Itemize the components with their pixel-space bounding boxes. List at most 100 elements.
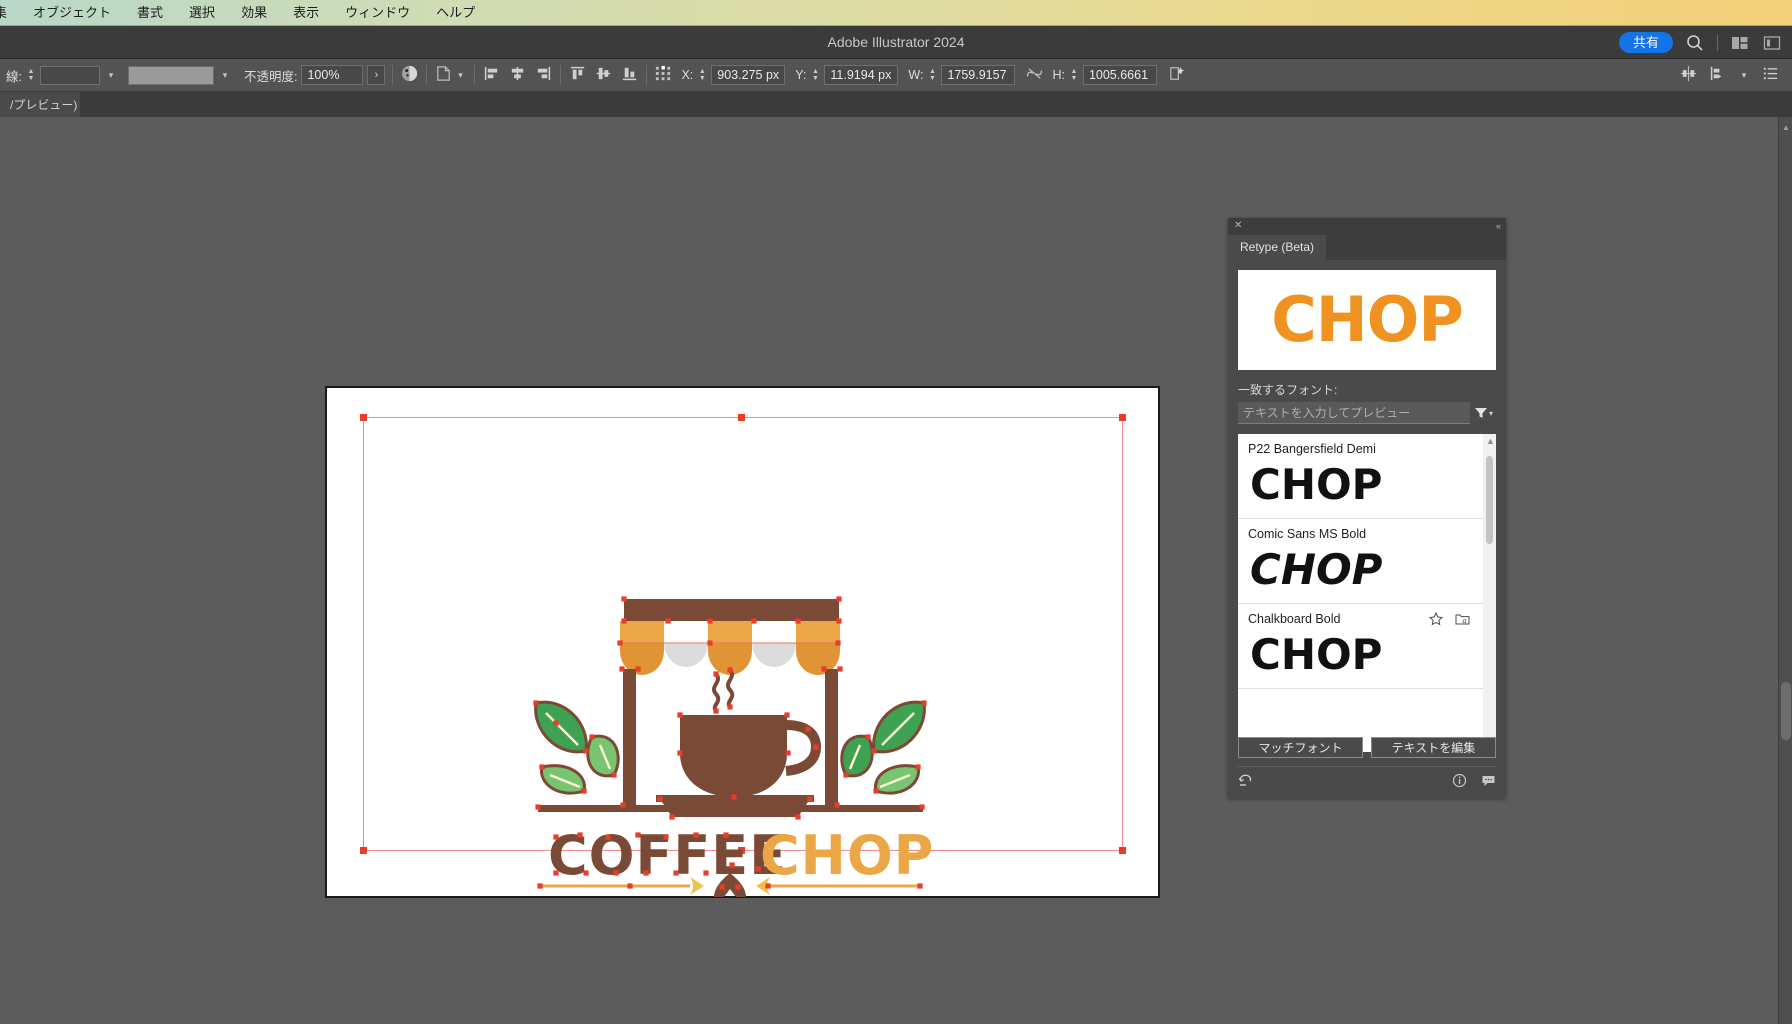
align-right-icon[interactable] xyxy=(534,64,553,86)
w-label: W: xyxy=(908,68,924,82)
divider xyxy=(392,65,394,85)
activate-font-icon[interactable]: a xyxy=(1455,612,1470,631)
transform-effects-icon[interactable] xyxy=(1167,64,1186,86)
favorite-star-icon[interactable] xyxy=(1428,612,1444,631)
search-icon[interactable] xyxy=(1685,33,1705,53)
divider xyxy=(426,65,428,85)
matching-fonts-list[interactable]: P22 Bangersfield Demi CHOP Comic Sans MS… xyxy=(1238,434,1496,752)
feedback-icon[interactable] xyxy=(1481,773,1496,788)
align-top-icon[interactable] xyxy=(568,64,587,86)
selected-text-preview: CHOP xyxy=(1238,270,1496,370)
w-field[interactable]: 1759.9157 xyxy=(941,65,1016,85)
filter-icon[interactable]: ▾ xyxy=(1474,403,1496,423)
list-item[interactable]: Comic Sans MS Bold CHOP xyxy=(1238,519,1496,604)
align-left-icon[interactable] xyxy=(482,64,501,86)
vertical-scrollbar[interactable]: ▲ xyxy=(1778,117,1792,1024)
coffee-chop-logo-artwork[interactable]: COFFEE CHOP xyxy=(520,577,940,907)
info-icon[interactable] xyxy=(1452,773,1467,788)
w-stepper[interactable]: ▲ ▼ xyxy=(927,65,937,85)
menu-view[interactable]: 表示 xyxy=(280,0,332,26)
font-name: P22 Bangersfield Demi xyxy=(1248,442,1376,456)
toolbar-divider xyxy=(1717,34,1718,51)
tab-retype[interactable]: Retype (Beta) xyxy=(1228,235,1327,260)
vertical-scroll-thumb[interactable] xyxy=(1781,682,1791,740)
align-bottom-icon[interactable] xyxy=(620,64,639,86)
control-bar: 線: ▲ ▼ ▾ ▾ 不透明度: 100% › ▾ X: ▲ ▼ 903.275… xyxy=(0,59,1792,92)
stroke-group: 線: ▲ ▼ ▾ xyxy=(6,65,118,85)
chevron-right-icon[interactable]: › xyxy=(367,65,386,85)
properties-list-icon[interactable] xyxy=(1761,64,1780,86)
panel-tab-row: Retype (Beta) xyxy=(1228,234,1506,260)
svg-text:COFFEE: COFFEE xyxy=(548,824,787,887)
chevron-down-icon[interactable]: ▾ xyxy=(453,65,467,85)
h-field[interactable]: 1005.6661 xyxy=(1082,65,1157,85)
document-tab[interactable]: /プレビュー) xyxy=(0,92,80,117)
selection-handle[interactable] xyxy=(360,414,367,421)
menu-bar: 集 オブジェクト 書式 選択 効果 表示 ウィンドウ ヘルプ xyxy=(0,0,1792,26)
preview-search-row: テキストを入力してプレビュー ▾ xyxy=(1238,402,1496,424)
menu-help[interactable]: ヘルプ xyxy=(423,0,488,26)
share-button[interactable]: 共有 xyxy=(1618,32,1673,53)
chevron-down-icon[interactable]: ▾ xyxy=(218,65,232,85)
opacity-field[interactable]: 100% xyxy=(301,65,364,85)
x-label: X: xyxy=(681,68,694,82)
font-list-scrollbar[interactable]: ▲ ▼ xyxy=(1483,434,1496,752)
arrange-documents-icon[interactable] xyxy=(1730,33,1750,53)
menu-object[interactable]: オブジェクト xyxy=(20,0,124,26)
collapse-panel-icon[interactable]: « xyxy=(1496,221,1501,231)
close-icon[interactable]: ✕ xyxy=(1234,221,1242,231)
svg-text:a: a xyxy=(1463,617,1467,625)
align-center-horizontal-icon[interactable] xyxy=(508,64,527,86)
reset-icon[interactable] xyxy=(1238,773,1253,788)
align-panel-icon[interactable] xyxy=(1708,64,1727,86)
selection-handle[interactable] xyxy=(1119,847,1126,854)
selection-handle[interactable] xyxy=(1119,414,1126,421)
title-bar: Adobe Illustrator 2024 共有 xyxy=(0,26,1792,59)
match-font-button[interactable]: マッチフォント xyxy=(1238,737,1363,758)
transform-panel-icon[interactable] xyxy=(1679,64,1698,86)
menu-edit-truncated[interactable]: 集 xyxy=(0,0,20,26)
constrain-proportions-icon[interactable] xyxy=(1025,64,1044,86)
row-actions: a xyxy=(1428,612,1470,631)
font-list-scroll-thumb[interactable] xyxy=(1486,456,1493,544)
h-stepper[interactable]: ▲ ▼ xyxy=(1069,65,1079,85)
list-item[interactable]: Chalkboard Bold a CHOP xyxy=(1238,604,1496,689)
transform-icon[interactable] xyxy=(434,64,453,86)
scroll-up-arrow-icon[interactable]: ▲ xyxy=(1486,436,1495,446)
app-title: Adobe Illustrator 2024 xyxy=(827,34,965,50)
stroke-weight-stepper[interactable]: ▲ ▼ xyxy=(26,65,36,85)
x-group: X: ▲ ▼ 903.275 px xyxy=(681,65,786,85)
font-name: Comic Sans MS Bold xyxy=(1248,527,1367,541)
list-item[interactable]: P22 Bangersfield Demi CHOP xyxy=(1238,434,1496,519)
stroke-profile-field[interactable] xyxy=(127,65,214,85)
stroke-weight-field[interactable] xyxy=(39,65,100,85)
x-stepper[interactable]: ▲ ▼ xyxy=(697,65,707,85)
font-sample: CHOP xyxy=(1250,630,1383,679)
preview-text-input[interactable]: テキストを入力してプレビュー xyxy=(1238,402,1470,424)
menu-type[interactable]: 書式 xyxy=(124,0,176,26)
selection-handle[interactable] xyxy=(738,414,745,421)
reference-point-icon[interactable] xyxy=(654,64,673,86)
divider xyxy=(474,65,476,85)
workspace-switcher-icon[interactable] xyxy=(1762,33,1782,53)
menu-effect[interactable]: 効果 xyxy=(228,0,280,26)
font-sample: CHOP xyxy=(1250,545,1383,594)
y-group: Y: ▲ ▼ 11.9194 px xyxy=(795,65,899,85)
divider xyxy=(560,65,562,85)
x-field[interactable]: 903.275 px xyxy=(711,65,786,85)
align-middle-vertical-icon[interactable] xyxy=(594,64,613,86)
chevron-down-icon[interactable]: ▾ xyxy=(1737,65,1751,85)
chevron-down-icon[interactable]: ▾ xyxy=(104,65,118,85)
footer-right-icons xyxy=(1452,773,1496,788)
y-field[interactable]: 11.9194 px xyxy=(824,65,899,85)
y-stepper[interactable]: ▲ ▼ xyxy=(810,65,820,85)
w-group: W: ▲ ▼ 1759.9157 xyxy=(908,65,1016,85)
menu-window[interactable]: ウィンドウ xyxy=(332,0,423,26)
selection-handle[interactable] xyxy=(360,847,367,854)
menu-select[interactable]: 選択 xyxy=(176,0,228,26)
scroll-up-arrow-icon[interactable]: ▲ xyxy=(1782,124,1790,132)
control-bar-right: ▾ xyxy=(1679,64,1792,86)
edit-text-button[interactable]: テキストを編集 xyxy=(1371,737,1496,758)
opacity-mask-icon[interactable] xyxy=(400,64,419,86)
matching-fonts-label: 一致するフォント: xyxy=(1238,383,1338,397)
